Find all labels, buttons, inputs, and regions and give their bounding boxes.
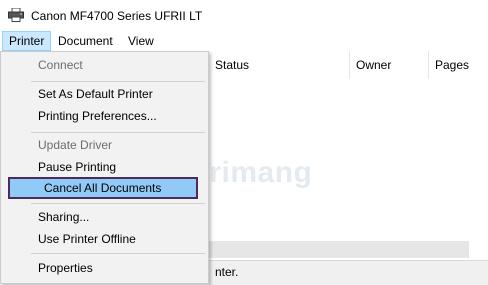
column-header-status[interactable]: Status xyxy=(209,51,349,79)
horizontal-scrollbar[interactable] xyxy=(209,241,469,258)
menu-separator xyxy=(31,203,205,204)
menu-printer[interactable]: Printer xyxy=(2,31,52,51)
menu-separator xyxy=(31,132,205,133)
status-text: nter. xyxy=(215,265,239,279)
window-title: Canon MF4700 Series UFRII LT xyxy=(31,9,203,23)
document-list[interactable]: Status Owner Pages xyxy=(209,51,488,260)
menu-view[interactable]: View xyxy=(122,31,160,51)
menu-item-set-default-printer[interactable]: Set As Default Printer xyxy=(2,83,207,105)
menu-document[interactable]: Document xyxy=(52,31,119,51)
status-bar: nter. xyxy=(209,260,488,285)
menu-item-pause-printing[interactable]: Pause Printing xyxy=(2,156,207,178)
menu-item-connect: Connect xyxy=(38,58,83,72)
menu-item-cancel-all-documents[interactable]: Cancel All Documents xyxy=(8,177,198,199)
menu-item-use-printer-offline[interactable]: Use Printer Offline xyxy=(2,228,207,250)
menu-item-printing-preferences[interactable]: Printing Preferences... xyxy=(2,105,207,127)
menu-item-update-driver: Update Driver xyxy=(38,138,113,152)
menu-item-properties[interactable]: Properties xyxy=(2,257,207,279)
column-header-pages[interactable]: Pages xyxy=(429,51,488,79)
menu-separator xyxy=(31,253,205,254)
menu-item-sharing[interactable]: Sharing... xyxy=(2,206,207,228)
title-bar: Canon MF4700 Series UFRII LT xyxy=(0,0,488,30)
column-header-owner[interactable]: Owner xyxy=(350,51,428,79)
menu-separator xyxy=(31,81,205,82)
printer-icon xyxy=(8,7,24,22)
menu-bar: Printer Document View xyxy=(0,31,488,51)
printer-menu-dropdown: Connect Set As Default Printer Printing … xyxy=(0,51,209,284)
